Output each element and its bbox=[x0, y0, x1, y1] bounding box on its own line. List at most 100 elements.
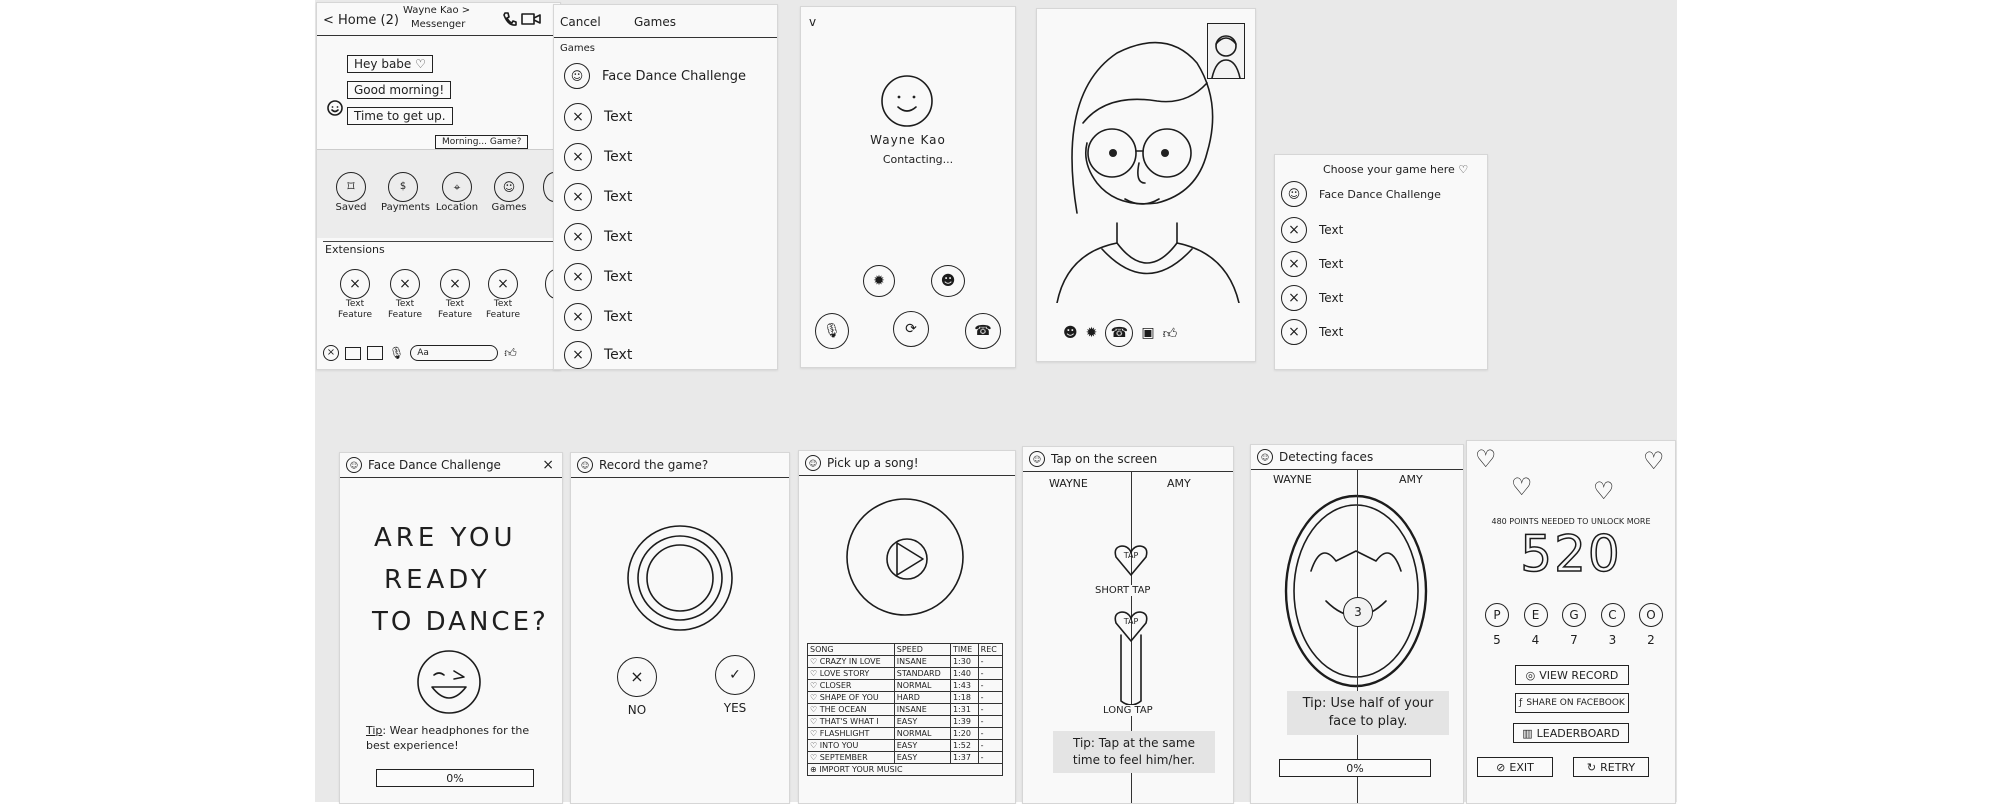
hang-up-icon[interactable]: ☎ bbox=[1105, 319, 1134, 347]
thumbs-up-icon[interactable]: 👍︎ bbox=[1163, 325, 1178, 342]
switch-camera-icon[interactable]: ⟳ bbox=[893, 311, 929, 347]
game-face-icon[interactable]: ☻ bbox=[1063, 325, 1078, 341]
face-dance-icon: ☺ bbox=[1029, 451, 1045, 467]
tap-heart-target[interactable]: TAP bbox=[1113, 543, 1149, 577]
grade-count: 5 bbox=[1493, 633, 1501, 647]
close-x-icon: × bbox=[564, 303, 592, 331]
button-label: LEADERBOARD bbox=[1536, 726, 1620, 740]
view-record-button[interactable]: ◎ VIEW RECORD bbox=[1515, 665, 1629, 685]
game-item[interactable]: × Text bbox=[564, 303, 632, 331]
tip-body: : Wear headphones for the best experienc… bbox=[366, 724, 530, 752]
effects-sparkle-icon[interactable]: ✹ bbox=[863, 265, 895, 297]
table-row[interactable]: ♡ INTO YOU EASY 1:52- bbox=[807, 739, 1004, 752]
extension-item[interactable]: × Text Feature bbox=[385, 269, 425, 321]
game-face-icon[interactable]: ☻ bbox=[931, 265, 965, 297]
song-speed: EASY bbox=[893, 739, 951, 752]
play-button-icon[interactable] bbox=[843, 495, 967, 619]
table-row[interactable]: ♡ SEPTEMBER EASY 1:37- bbox=[807, 751, 1004, 764]
caller-avatar bbox=[881, 75, 933, 127]
shortcut-label: Games bbox=[491, 202, 527, 213]
thumbs-up-icon[interactable]: 👍︎ bbox=[504, 346, 517, 361]
share-facebook-button[interactable]: ƒ SHARE ON FACEBOOK bbox=[1515, 693, 1629, 713]
extension-item[interactable]: × Text Feature bbox=[335, 269, 375, 321]
game-name: Face Dance Challenge bbox=[1319, 187, 1441, 201]
phone-icon[interactable] bbox=[502, 11, 518, 27]
song-time: 1:52 bbox=[949, 739, 979, 752]
extension-item[interactable]: × Text Feature bbox=[435, 269, 475, 321]
close-icon[interactable]: × bbox=[323, 345, 339, 361]
song-name: INTO YOU bbox=[819, 741, 859, 750]
shortcut-saved[interactable]: ⌑ Saved bbox=[331, 172, 371, 213]
button-label: RETRY bbox=[1600, 760, 1636, 774]
game-name: Text bbox=[604, 189, 633, 205]
import-music-row[interactable]: ⊕ IMPORT YOUR MUSIC bbox=[807, 763, 1003, 776]
game-item[interactable]: × Text bbox=[564, 183, 632, 211]
contact-name[interactable]: Wayne Kao > bbox=[403, 5, 470, 16]
shortcut-payments[interactable]: $ Payments bbox=[381, 172, 430, 213]
facebook-icon: ƒ bbox=[1519, 698, 1523, 708]
song-rec: - bbox=[977, 751, 1004, 764]
song-name: FLASHLIGHT bbox=[819, 729, 870, 738]
back-home-button[interactable]: < Home (2) bbox=[323, 13, 399, 28]
record-button-icon[interactable] bbox=[625, 523, 735, 633]
table-row[interactable]: ♡ CRAZY IN LOVE INSANE 1:30- bbox=[807, 655, 1004, 668]
table-row[interactable]: ♡ THE OCEAN INSANE 1:31- bbox=[807, 703, 1004, 716]
game-item[interactable]: × Text bbox=[1281, 319, 1343, 345]
call-controls: ☻ ✹ ☎ ▣ 👍︎ bbox=[1063, 319, 1177, 347]
game-item[interactable]: × Text bbox=[564, 143, 632, 171]
microphone-icon[interactable]: 🎙︎ bbox=[389, 346, 404, 360]
extension-item[interactable]: × Text Feature bbox=[483, 269, 523, 321]
self-view-thumbnail[interactable] bbox=[1207, 23, 1245, 79]
song-speed: HARD bbox=[893, 691, 951, 704]
game-item[interactable]: × Text bbox=[564, 103, 632, 131]
close-button[interactable]: × bbox=[542, 457, 554, 473]
effects-sparkle-icon[interactable]: ✹ bbox=[1086, 325, 1098, 341]
shortcut-games[interactable]: ☺ Games bbox=[489, 172, 529, 213]
close-x-icon: × bbox=[564, 223, 592, 251]
exit-button[interactable]: ⊘ EXIT bbox=[1477, 757, 1553, 777]
close-x-icon: × bbox=[564, 183, 592, 211]
song-time: 1:39 bbox=[949, 715, 979, 728]
hang-up-icon[interactable]: ☎ bbox=[965, 313, 1001, 349]
game-item-featured[interactable]: ☺ Face Dance Challenge bbox=[564, 63, 746, 89]
video-call-icon[interactable] bbox=[520, 11, 542, 27]
long-tap-target[interactable]: TAP bbox=[1113, 609, 1149, 709]
song-table: SONG SPEED TIME REC ♡ CRAZY IN LOVE INSAN… bbox=[807, 643, 1004, 776]
yes-button[interactable]: ✓ YES bbox=[713, 655, 757, 715]
leaderboard-button[interactable]: ▥ LEADERBOARD bbox=[1513, 723, 1629, 743]
table-row[interactable]: ♡ CLOSER NORMAL 1:43- bbox=[807, 679, 1004, 692]
game-item[interactable]: × Text bbox=[1281, 285, 1343, 311]
games-section-label: Games bbox=[560, 43, 595, 54]
camera-icon[interactable]: ▣ bbox=[1141, 325, 1154, 341]
collapse-button[interactable]: v bbox=[809, 15, 816, 29]
song-speed: INSANE bbox=[893, 655, 951, 668]
extensions-title: Extensions bbox=[325, 243, 385, 256]
game-item[interactable]: × Text bbox=[1281, 251, 1343, 277]
game-item[interactable]: × Text bbox=[564, 263, 632, 291]
messenger-chat-screen: < Home (2) Wayne Kao > Messenger Hey bab… bbox=[316, 2, 561, 370]
song-speed: NORMAL bbox=[893, 679, 951, 692]
image-icon[interactable] bbox=[367, 346, 383, 360]
shortcut-tray: ⌑ Saved $ Payments ⌖ Location ☺ Games bbox=[317, 149, 560, 238]
screen-header: ☺ Pick up a song! bbox=[799, 451, 1015, 476]
table-row[interactable]: ♡ LOVE STORY STANDARD 1:40- bbox=[807, 667, 1004, 680]
game-item-featured[interactable]: ☺ Face Dance Challenge bbox=[1281, 181, 1441, 207]
retry-button[interactable]: ↻ RETRY bbox=[1573, 757, 1649, 777]
message-input[interactable]: Aa bbox=[410, 345, 499, 361]
no-button[interactable]: × NO bbox=[615, 657, 659, 717]
table-row[interactable]: ♡ THAT'S WHAT I EASY 1:39- bbox=[807, 715, 1004, 728]
shortcut-location[interactable]: ⌖ Location bbox=[435, 172, 479, 213]
column-header: REC bbox=[977, 643, 1004, 656]
games-list-screen: Cancel Games Games ☺ Face Dance Challeng… bbox=[553, 4, 778, 370]
song-title: ♡ CRAZY IN LOVE bbox=[807, 655, 895, 668]
table-row[interactable]: ♡ FLASHLIGHT NORMAL 1:20- bbox=[807, 727, 1004, 740]
cancel-button[interactable]: Cancel bbox=[560, 15, 601, 29]
game-item[interactable]: × Text bbox=[1281, 217, 1343, 243]
microphone-icon[interactable]: 🎙︎ bbox=[815, 313, 849, 349]
game-item[interactable]: × Text bbox=[564, 223, 632, 251]
game-item[interactable]: × Text bbox=[564, 341, 632, 369]
song-rec: - bbox=[977, 679, 1004, 692]
game-name: Text bbox=[604, 269, 633, 285]
camera-icon[interactable] bbox=[345, 346, 361, 360]
table-row[interactable]: ♡ SHAPE OF YOU HARD 1:18- bbox=[807, 691, 1004, 704]
